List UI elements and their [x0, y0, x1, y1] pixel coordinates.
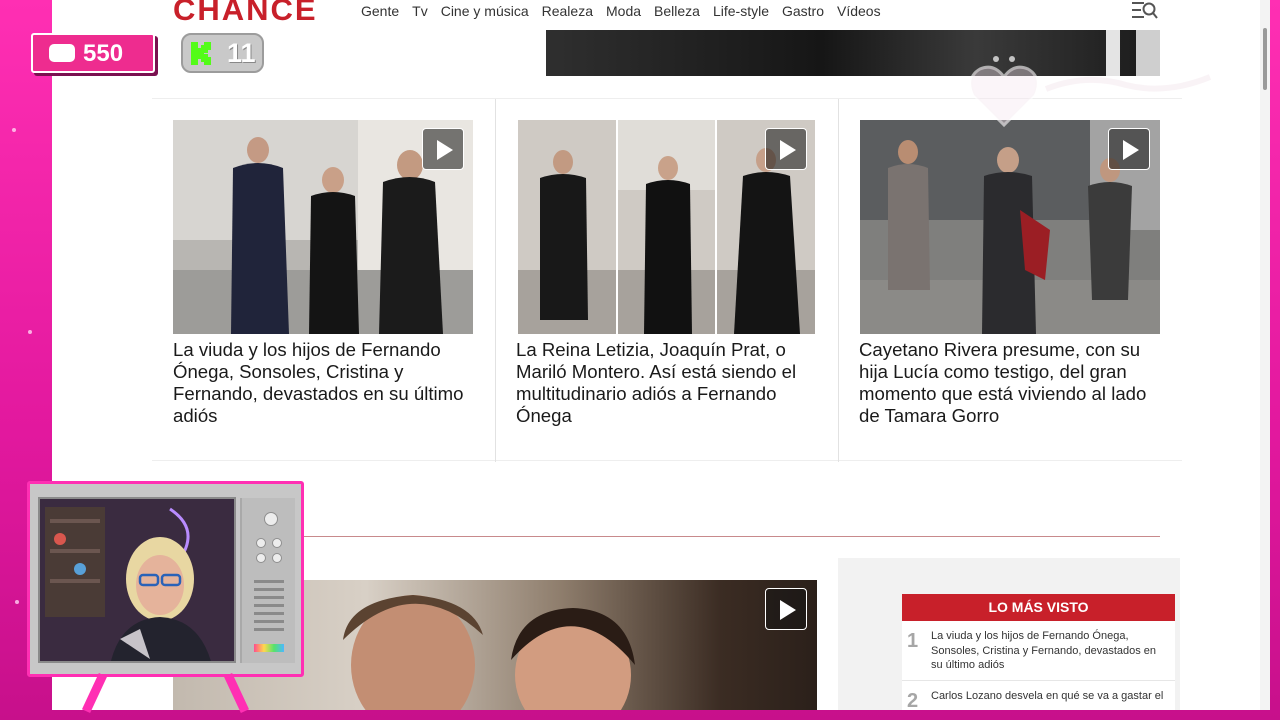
sparkle — [15, 600, 19, 604]
play-icon — [437, 140, 453, 160]
most-viewed-header: LO MÁS VISTO — [902, 594, 1175, 621]
site-logo[interactable]: CHANCE — [173, 0, 318, 28]
tv-speaker — [254, 620, 284, 623]
site-header: CHANCE Gente Tv Cine y música Realeza Mo… — [52, 0, 1260, 28]
chat-counter-badge: 550 — [31, 33, 155, 73]
tv-knob — [272, 553, 282, 563]
section-divider — [276, 536, 1160, 537]
news-card[interactable]: Cayetano Rivera presume, con su hija Luc… — [859, 99, 1160, 462]
most-viewed-item[interactable]: 2 Carlos Lozano desvela en qué se va a g… — [902, 681, 1175, 710]
scrollbar-thumb[interactable] — [1263, 28, 1267, 90]
tv-speaker — [254, 612, 284, 615]
tv-speaker — [254, 604, 284, 607]
tv-knob — [272, 538, 282, 548]
news-card-title[interactable]: Cayetano Rivera presume, con su hija Luc… — [859, 339, 1159, 427]
most-viewed-widget: LO MÁS VISTO 1 La viuda y los hijos de F… — [902, 594, 1175, 710]
webcam-tv-frame — [27, 481, 304, 677]
most-viewed-title[interactable]: Carlos Lozano desvela en qué se va a gas… — [931, 689, 1167, 704]
nav-item-tv[interactable]: Tv — [412, 3, 428, 19]
menu-search-icon[interactable] — [1132, 0, 1158, 22]
card-divider — [495, 99, 496, 462]
tv-control-panel — [240, 498, 295, 663]
tv-knob — [256, 553, 266, 563]
most-viewed-rank: 2 — [907, 690, 919, 710]
card-divider — [838, 99, 839, 462]
most-viewed-rank: 1 — [907, 630, 919, 652]
news-card-image[interactable] — [860, 120, 1160, 334]
nav-item-moda[interactable]: Moda — [606, 3, 641, 19]
play-button[interactable] — [765, 128, 807, 170]
play-icon — [780, 600, 796, 620]
news-card[interactable]: La viuda y los hijos de Fernando Ónega, … — [173, 99, 473, 462]
tv-speaker — [254, 580, 284, 583]
sparkle — [28, 330, 32, 334]
chat-count: 550 — [83, 40, 124, 67]
heart-logo-watermark — [969, 56, 1212, 128]
news-card-title[interactable]: La Reina Letizia, Joaquín Prat, o Mariló… — [516, 339, 816, 427]
main-nav: Gente Tv Cine y música Realeza Moda Bell… — [361, 3, 881, 19]
tv-knob — [256, 538, 266, 548]
most-viewed-title[interactable]: La viuda y los hijos de Fernando Ónega, … — [931, 629, 1167, 673]
tv-speaker — [254, 596, 284, 599]
play-icon — [1123, 140, 1139, 160]
play-icon — [780, 140, 796, 160]
nav-item-videos[interactable]: Vídeos — [837, 3, 881, 19]
nav-item-cine-y-musica[interactable]: Cine y música — [441, 3, 529, 19]
kick-count: 11 — [227, 38, 256, 68]
kick-logo-icon — [191, 42, 211, 65]
news-card-title[interactable]: La viuda y los hijos de Fernando Ónega, … — [173, 339, 473, 427]
kick-counter-badge: 11 — [181, 33, 264, 73]
nav-item-realeza[interactable]: Realeza — [542, 3, 593, 19]
nav-item-gente[interactable]: Gente — [361, 3, 399, 19]
news-card-image[interactable] — [173, 120, 473, 334]
tv-dial — [264, 512, 278, 526]
tv-speaker — [254, 628, 284, 631]
chat-bubble-icon — [49, 44, 75, 62]
most-viewed-item[interactable]: 1 La viuda y los hijos de Fernando Ónega… — [902, 621, 1175, 681]
nav-item-life-style[interactable]: Life-style — [713, 3, 769, 19]
nav-item-belleza[interactable]: Belleza — [654, 3, 700, 19]
play-button[interactable] — [765, 588, 807, 630]
rainbow-stripe — [254, 644, 284, 652]
nav-item-gastro[interactable]: Gastro — [782, 3, 824, 19]
scrollbar[interactable] — [1260, 0, 1270, 710]
tv-speaker — [254, 588, 284, 591]
play-button[interactable] — [422, 128, 464, 170]
webcam-feed — [38, 497, 236, 663]
sparkle — [12, 128, 16, 132]
news-cards-row: La viuda y los hijos de Fernando Ónega, … — [152, 98, 1182, 462]
news-card-image[interactable] — [518, 120, 815, 334]
news-card[interactable]: La Reina Letizia, Joaquín Prat, o Mariló… — [516, 99, 816, 462]
